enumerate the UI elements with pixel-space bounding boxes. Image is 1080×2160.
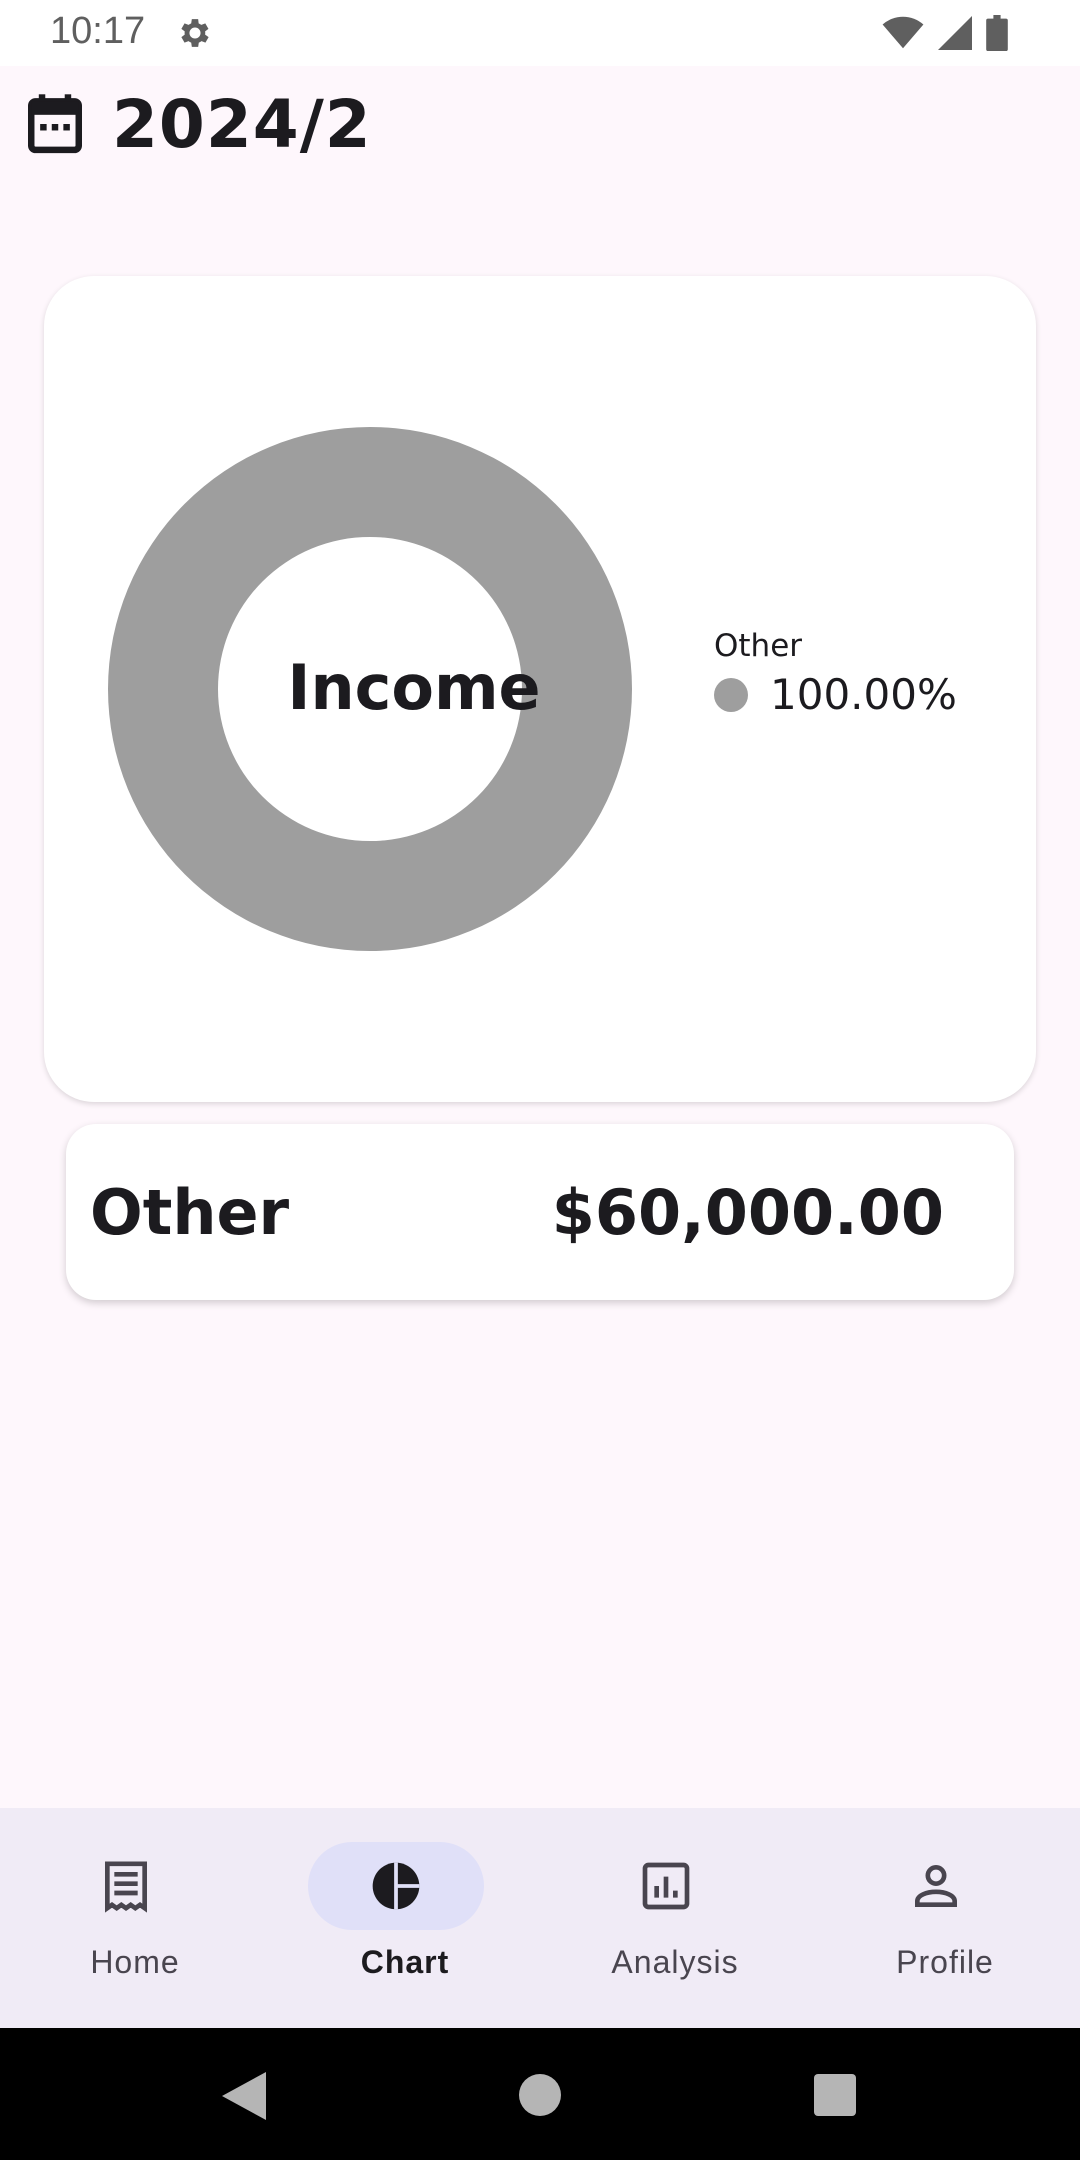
signal-icon (938, 16, 972, 50)
nav-item-profile[interactable]: Profile (810, 1808, 1080, 2028)
page-title: 2024/2 (112, 85, 372, 163)
legend-percentage: 100.00% (770, 670, 957, 719)
nav-label-analysis: Analysis (611, 1944, 739, 1980)
nav-item-home[interactable]: Home (0, 1808, 270, 2028)
category-amount: $60,000.00 (551, 1176, 944, 1249)
nav-item-analysis[interactable]: Analysis (540, 1808, 810, 2028)
status-time: 10:17 (50, 10, 146, 52)
nav-item-chart[interactable]: Chart (270, 1808, 540, 2028)
person-icon (915, 1865, 957, 1907)
back-icon[interactable] (222, 2072, 266, 2120)
legend-entry: 100.00% (714, 670, 957, 719)
bar-chart-icon (642, 1862, 690, 1910)
nav-label-chart: Chart (360, 1944, 450, 1980)
bottom-navigation: Home Chart Analysis Profile (0, 1808, 1080, 2028)
wifi-icon (882, 16, 924, 49)
chart-legend: Other 100.00% (714, 628, 957, 719)
donut-center-label: Income (287, 651, 541, 724)
month-selector[interactable]: 2024/2 (28, 84, 372, 164)
receipt-icon (105, 1861, 147, 1913)
battery-icon (986, 15, 1008, 51)
category-name: Other (90, 1176, 290, 1249)
pie-chart-icon (372, 1862, 420, 1910)
legend-color-dot (714, 677, 748, 712)
category-summary-card[interactable]: Other $60,000.00 (66, 1124, 1014, 1300)
status-bar: 10:17 (0, 0, 1080, 66)
legend-series-name: Other (714, 628, 803, 664)
nav-label-profile: Profile (896, 1944, 994, 1980)
home-circle-icon[interactable] (519, 2074, 561, 2116)
nav-label-home: Home (90, 1944, 180, 1980)
recents-square-icon[interactable] (814, 2074, 856, 2116)
calendar-icon[interactable] (28, 94, 82, 154)
gear-icon (181, 19, 209, 47)
chart-card: Income Other 100.00% (44, 276, 1036, 1102)
system-navigation-bar (0, 2028, 1080, 2160)
